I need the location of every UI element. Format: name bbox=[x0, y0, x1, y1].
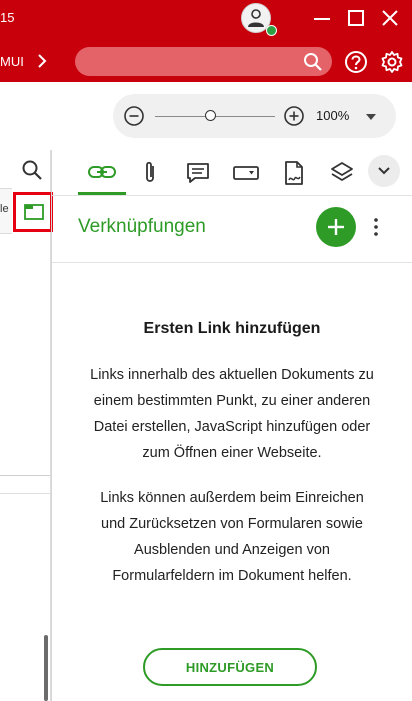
add-link-button[interactable] bbox=[316, 207, 356, 247]
description-line: zum Öffnen einer Webseite. bbox=[142, 445, 322, 461]
zoom-dropdown-chevron-icon[interactable] bbox=[364, 110, 378, 122]
description-line: Formularfeldern im Dokument helfen. bbox=[112, 568, 352, 584]
description-line: einem bestimmten Punkt, zu einer anderen bbox=[93, 393, 371, 409]
tab-signatures[interactable] bbox=[277, 156, 311, 190]
online-status-dot bbox=[266, 25, 277, 36]
empty-state-description: Links innerhalb des aktuellen Dokuments … bbox=[72, 362, 392, 466]
tab-links[interactable] bbox=[85, 156, 119, 190]
gear-icon bbox=[381, 51, 403, 73]
divider bbox=[52, 195, 412, 196]
empty-state-description-2: Links können außerdem beim Einreichen un… bbox=[72, 485, 392, 589]
description-line: Datei erstellen, JavaScript hinzufügen o… bbox=[93, 419, 371, 435]
chevron-down-icon bbox=[378, 167, 390, 175]
paperclip-icon bbox=[146, 161, 154, 182]
panel-options-button[interactable] bbox=[366, 215, 386, 239]
panel-title: Verknüpfungen bbox=[78, 216, 206, 237]
zoom-in-icon bbox=[284, 106, 304, 126]
zoom-out-button[interactable] bbox=[123, 105, 145, 127]
minimize-icon bbox=[314, 18, 330, 20]
panel-icon bbox=[24, 204, 44, 220]
help-button[interactable] bbox=[343, 49, 369, 75]
window-title-fragment: 15 bbox=[0, 10, 15, 25]
help-icon bbox=[345, 51, 367, 73]
zoom-level[interactable]: 100% bbox=[316, 108, 349, 123]
more-tabs-button[interactable] bbox=[368, 155, 400, 187]
link-icon bbox=[88, 166, 116, 178]
zoom-slider-handle[interactable] bbox=[204, 110, 216, 121]
form-field-icon bbox=[233, 166, 259, 180]
kebab-menu-icon bbox=[374, 218, 378, 236]
divider bbox=[0, 493, 50, 494]
search-input[interactable] bbox=[75, 47, 332, 76]
divider bbox=[0, 475, 50, 476]
description-line: und Zurücksetzen von Formularen sowie bbox=[101, 516, 363, 532]
document-edge-text: le bbox=[0, 203, 9, 215]
description-line: Links innerhalb des aktuellen Dokuments … bbox=[90, 367, 374, 383]
maximize-icon bbox=[348, 10, 364, 26]
vertical-scrollbar[interactable] bbox=[44, 635, 48, 701]
zoom-in-button[interactable] bbox=[283, 105, 305, 127]
maximize-button[interactable] bbox=[344, 6, 368, 30]
tab-attachments[interactable] bbox=[133, 156, 167, 190]
search-icon bbox=[22, 160, 42, 180]
chevron-right-icon[interactable] bbox=[36, 52, 48, 70]
close-icon bbox=[382, 10, 398, 26]
close-button[interactable] bbox=[378, 6, 402, 30]
tab-layers[interactable] bbox=[325, 156, 359, 190]
sidebar-search-button[interactable] bbox=[20, 158, 44, 182]
description-line: Links können außerdem beim Einreichen bbox=[100, 490, 364, 506]
add-link-primary-button[interactable]: HINZUFÜGEN bbox=[143, 648, 317, 686]
panel-border bbox=[51, 150, 52, 701]
tab-form-fields[interactable] bbox=[229, 156, 263, 190]
toolbar-tab-label[interactable]: MUI bbox=[0, 54, 24, 69]
plus-icon bbox=[328, 219, 344, 235]
zoom-out-icon bbox=[124, 106, 144, 126]
layers-icon bbox=[331, 162, 353, 181]
divider bbox=[52, 262, 412, 263]
comment-icon bbox=[187, 163, 209, 183]
user-icon bbox=[248, 9, 264, 27]
sidebar-panel-toggle-button[interactable] bbox=[13, 192, 53, 232]
signature-document-icon bbox=[285, 161, 303, 185]
minimize-button[interactable] bbox=[310, 6, 334, 30]
empty-state-heading: Ersten Link hinzufügen bbox=[143, 320, 321, 337]
search-icon bbox=[304, 53, 322, 71]
tab-comments[interactable] bbox=[181, 156, 215, 190]
settings-button[interactable] bbox=[379, 49, 405, 75]
description-line: Ausblenden und Anzeigen von bbox=[134, 542, 330, 558]
